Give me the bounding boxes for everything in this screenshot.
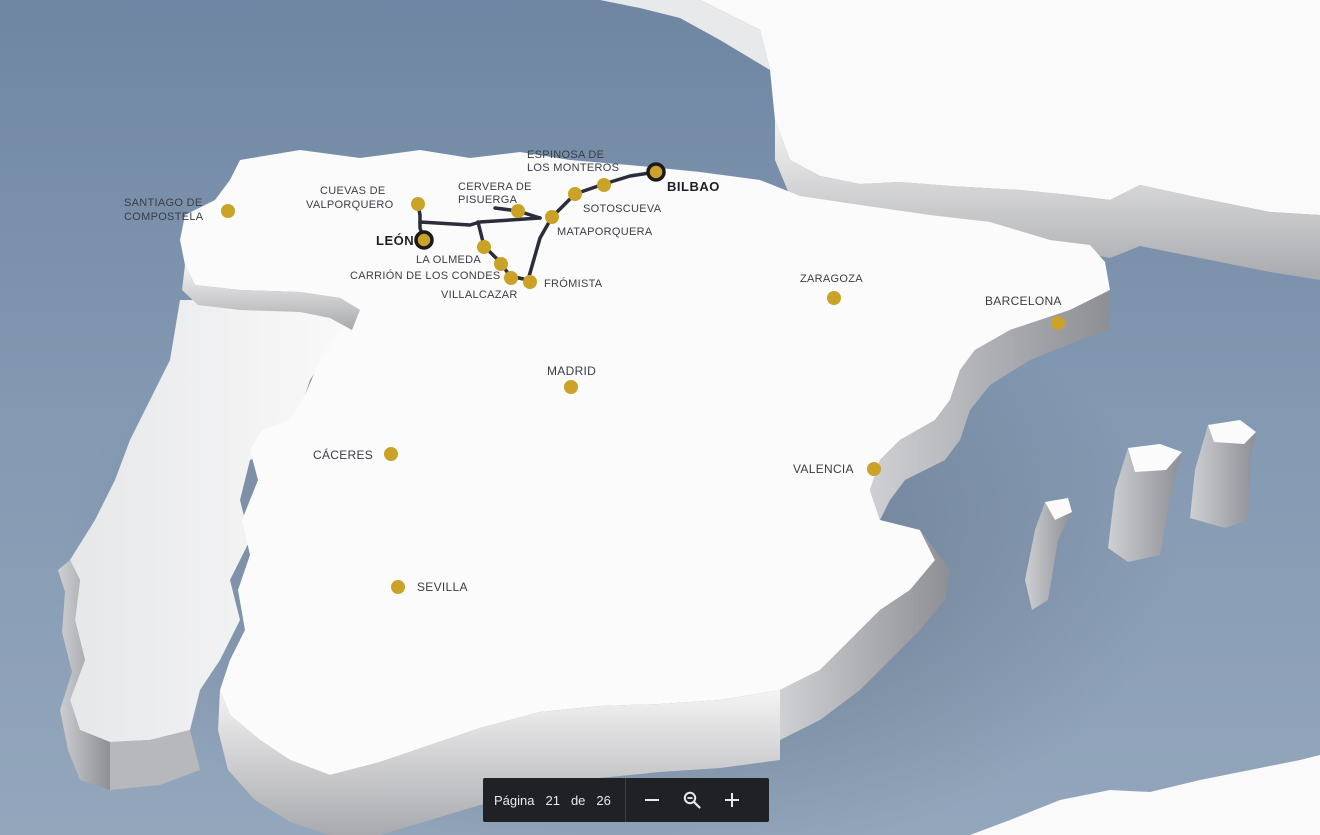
marker-sotoscueva[interactable]	[597, 178, 611, 192]
marker-carrion[interactable]	[494, 257, 508, 271]
zoom-in-button[interactable]	[712, 778, 752, 822]
label-espinosa-1: ESPINOSA DE	[527, 149, 604, 161]
label-carrion: CARRIÓN DE LOS CONDES	[350, 269, 501, 282]
label-valencia: VALENCIA	[793, 462, 854, 476]
label-sotoscueva: SOTOSCUEVA	[583, 203, 662, 215]
label-villalcazar: VILLALCAZAR	[441, 289, 518, 301]
marker-mataporquera[interactable]	[545, 210, 559, 224]
label-espinosa-2: LOS MONTEROS	[527, 162, 619, 174]
marker-santiago[interactable]	[221, 204, 235, 218]
zoom-controls	[626, 778, 752, 822]
current-page-input[interactable]: 21	[545, 793, 559, 808]
label-leon: LEÓN	[376, 233, 414, 248]
zoom-out-button[interactable]	[632, 778, 672, 822]
document-viewer: SANTIAGO DE COMPOSTELA CUEVAS DE VALPORQ…	[0, 0, 1320, 835]
label-santiago-2: COMPOSTELA	[124, 211, 204, 223]
label-madrid: MADRID	[547, 364, 596, 378]
total-pages: 26	[596, 792, 611, 808]
label-bilbao: BILBAO	[667, 179, 720, 194]
marker-madrid[interactable]	[564, 380, 578, 394]
marker-barcelona[interactable]	[1051, 316, 1065, 330]
marker-bilbao[interactable]	[646, 162, 666, 182]
label-cuevas-1: CUEVAS DE	[320, 185, 385, 197]
label-cervera-1: CERVERA DE	[458, 181, 532, 193]
label-zaragoza: ZARAGOZA	[800, 273, 863, 285]
spain-3d-map: SANTIAGO DE COMPOSTELA CUEVAS DE VALPORQ…	[0, 0, 1320, 835]
label-mataporquera: MATAPORQUERA	[557, 226, 653, 238]
marker-fromista[interactable]	[523, 275, 537, 289]
marker-zaragoza[interactable]	[827, 291, 841, 305]
marker-cervera[interactable]	[511, 204, 525, 218]
magnifier-icon	[683, 791, 701, 809]
label-la-olmeda: LA OLMEDA	[416, 254, 481, 266]
label-fromista: FRÓMISTA	[544, 277, 603, 290]
marker-leon[interactable]	[414, 230, 434, 250]
label-barcelona: BARCELONA	[985, 294, 1062, 308]
marker-villalcazar[interactable]	[504, 271, 518, 285]
label-sevilla: SEVILLA	[417, 580, 468, 594]
marker-espinosa[interactable]	[568, 187, 582, 201]
marker-valencia[interactable]	[867, 462, 881, 476]
label-caceres: CÁCERES	[313, 447, 373, 462]
page-indicator: Página 21 de 26	[483, 778, 625, 822]
label-cervera-2: PISUERGA	[458, 194, 518, 206]
page-label: Página	[494, 792, 535, 808]
of-label: de	[570, 792, 586, 808]
zoom-fit-button[interactable]	[672, 778, 712, 822]
label-santiago-1: SANTIAGO DE	[124, 197, 202, 209]
label-cuevas-2: VALPORQUERO	[306, 199, 394, 211]
plus-icon	[724, 793, 739, 807]
marker-sevilla[interactable]	[391, 580, 405, 594]
marker-caceres[interactable]	[384, 447, 398, 461]
minus-icon	[644, 799, 659, 801]
marker-la-olmeda[interactable]	[477, 240, 491, 254]
page-toolbar: Página 21 de 26	[483, 778, 769, 822]
marker-cuevas[interactable]	[411, 197, 425, 211]
